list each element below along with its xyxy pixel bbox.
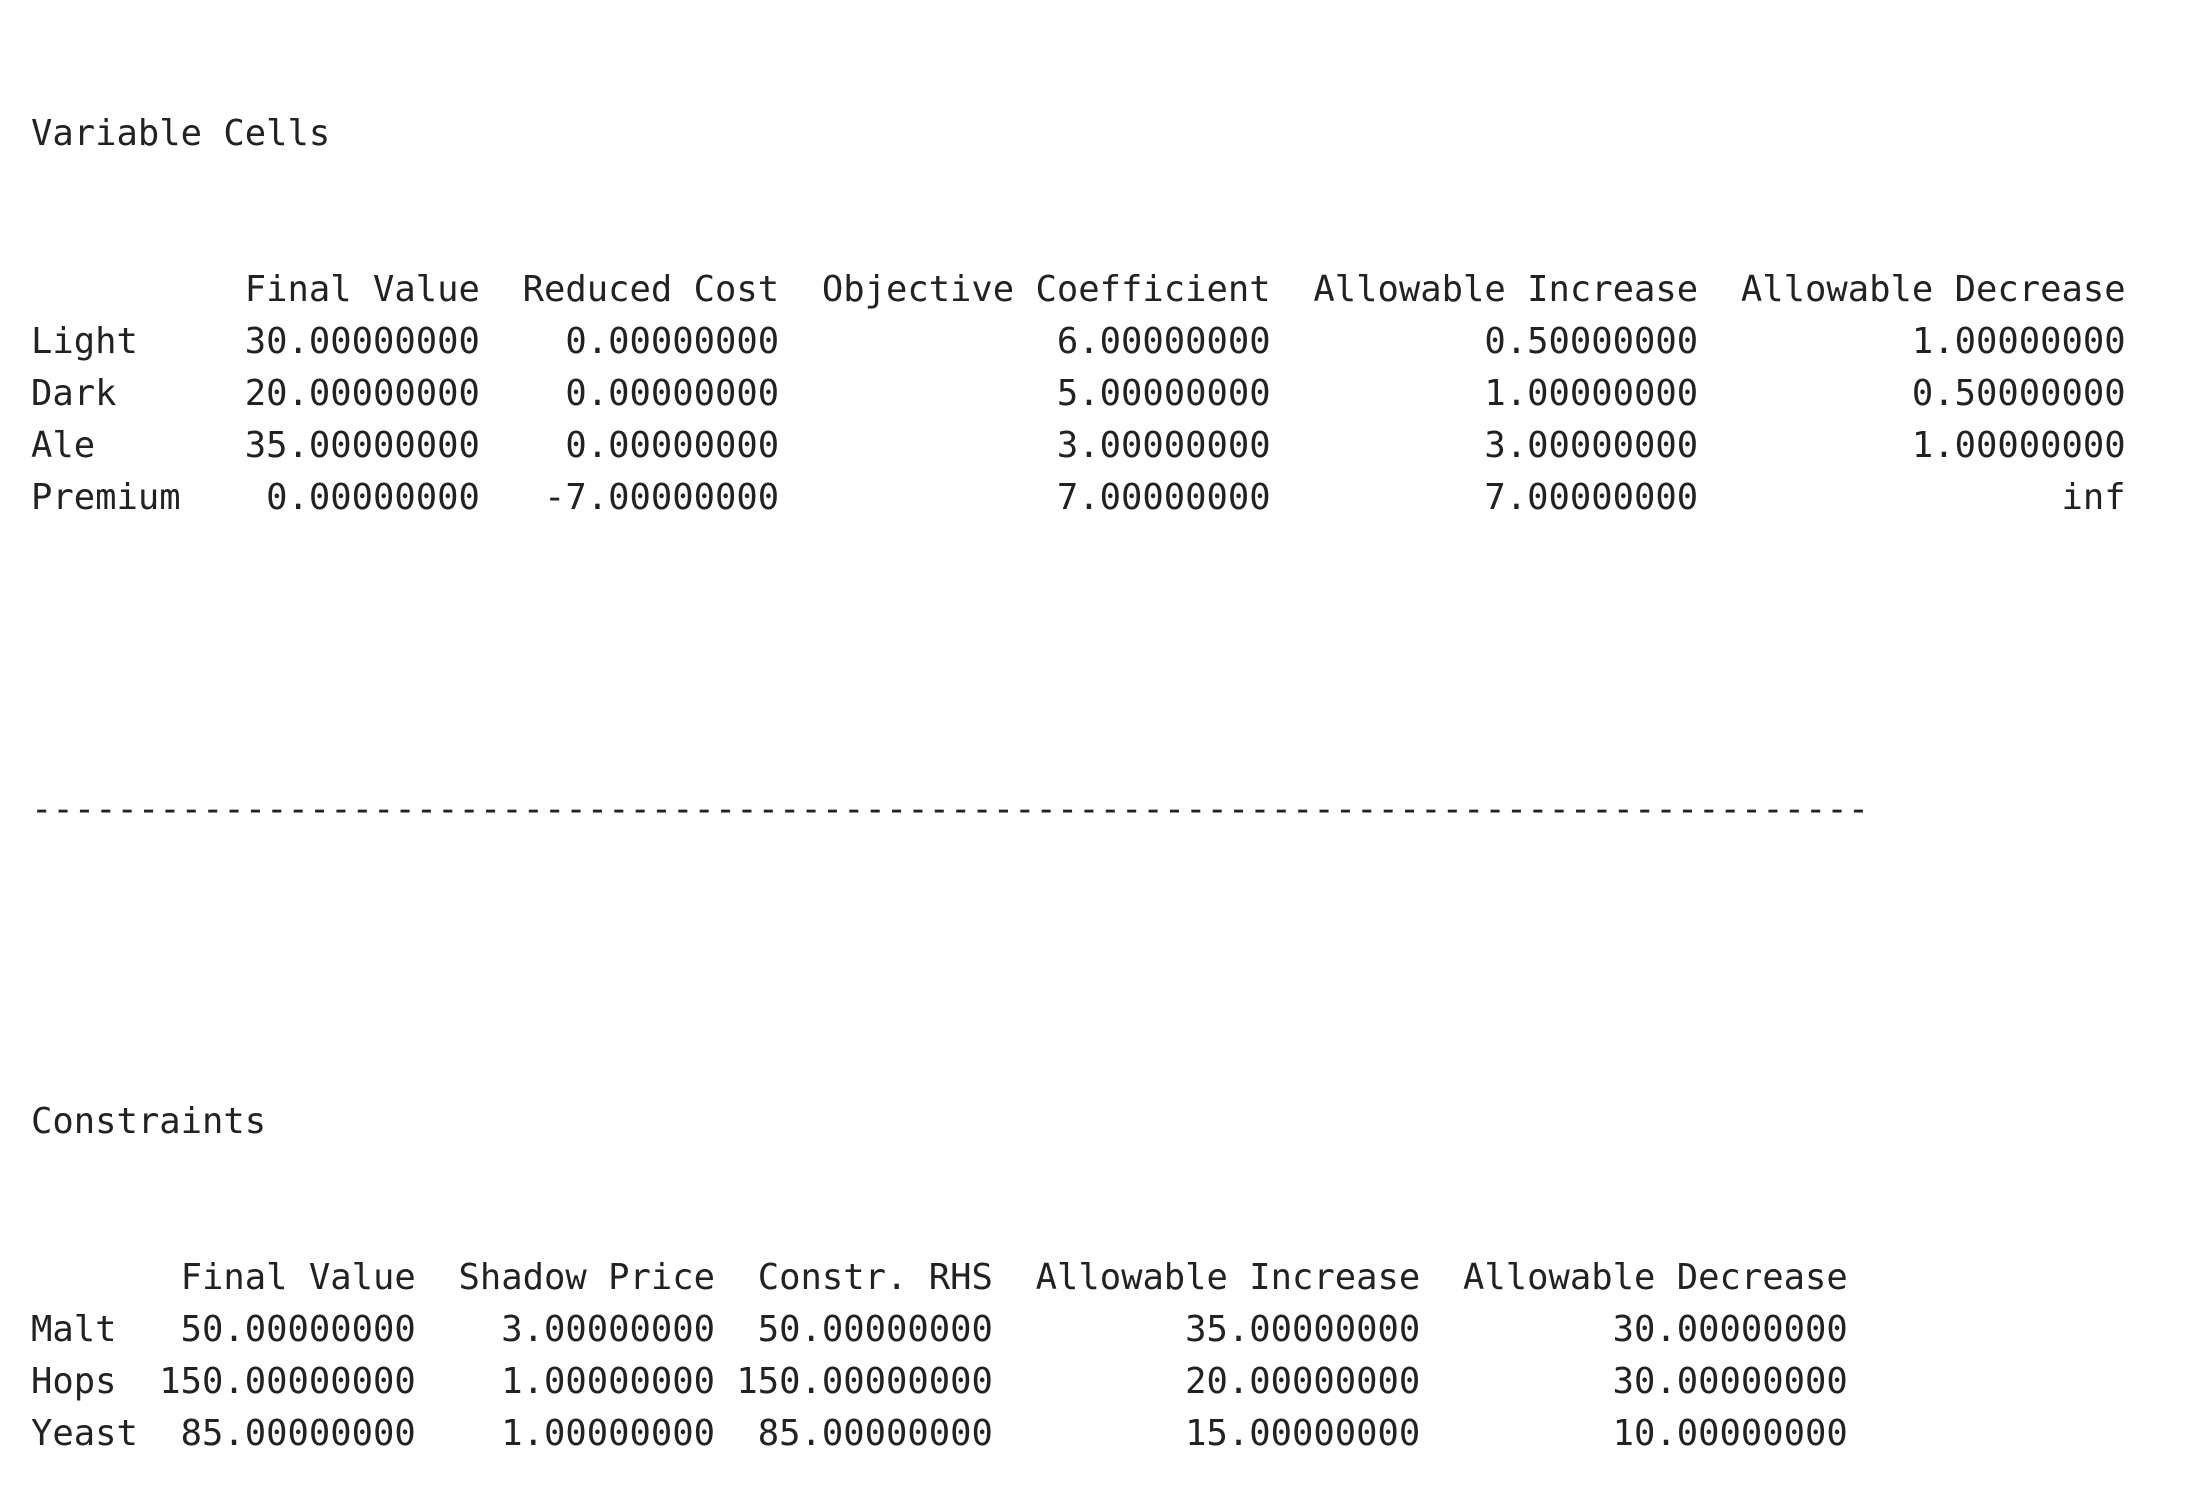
constraints-title: Constraints — [31, 1101, 267, 1142]
variable-cells-cell: 3.00000000 — [779, 425, 1271, 466]
constraints-row: Malt 50.00000000 3.00000000 50.00000000 … — [31, 1304, 2126, 1356]
constraints-row: Yeast 85.00000000 1.00000000 85.00000000… — [31, 1408, 2126, 1460]
constraints-row-label: Malt — [31, 1309, 138, 1350]
variable-cells-row-label: Premium — [31, 477, 224, 518]
variable-cells-cell: 0.50000000 — [1698, 373, 2126, 414]
constraints-cell: 150.00000000 — [714, 1361, 993, 1402]
constraints-row-label: Hops — [31, 1361, 138, 1402]
variable-cells-cell: 0.00000000 — [479, 321, 780, 362]
constraints-cell: 1.00000000 — [415, 1361, 715, 1402]
variable-cells-row-label: Light — [31, 321, 224, 362]
variable-cells-row: Light 30.00000000 0.00000000 6.00000000 … — [31, 316, 2126, 368]
constraints-cell: 150.00000000 — [137, 1361, 416, 1402]
constraints-row-label: Yeast — [31, 1413, 138, 1454]
variable-cells-cell: 35.00000000 — [223, 425, 480, 466]
constraints-cell: 15.00000000 — [992, 1413, 1421, 1454]
constraints-column-header: Constr. RHS — [714, 1257, 993, 1298]
constraints-cell: 3.00000000 — [415, 1309, 715, 1350]
constraints-cell: 30.00000000 — [1420, 1309, 1848, 1350]
solver-sensitivity-report: Variable Cells Final Value Reduced Cost … — [31, 4, 2126, 1512]
variable-cells-cell: 0.00000000 — [223, 477, 480, 518]
variable-cells-column-header: Allowable Decrease — [1698, 269, 2126, 310]
variable-cells-row: Ale 35.00000000 0.00000000 3.00000000 3.… — [31, 420, 2126, 472]
constraints-table: Final Value Shadow Price Constr. RHS All… — [31, 1252, 2126, 1460]
variable-cells-cell: 1.00000000 — [1270, 373, 1699, 414]
variable-cells-row: Dark 20.00000000 0.00000000 5.00000000 1… — [31, 368, 2126, 420]
constraints-cell: 1.00000000 — [415, 1413, 715, 1454]
constraints-header-row: Final Value Shadow Price Constr. RHS All… — [31, 1252, 2126, 1304]
constraints-column-header: Final Value — [137, 1257, 416, 1298]
constraints-cell: 10.00000000 — [1420, 1413, 1848, 1454]
variable-cells-title: Variable Cells — [31, 113, 331, 154]
variable-cells-cell: 0.50000000 — [1270, 321, 1699, 362]
variable-cells-row-label: Dark — [31, 373, 224, 414]
variable-cells-cell: 1.00000000 — [1698, 321, 2126, 362]
variable-cells-row: Premium 0.00000000 -7.00000000 7.0000000… — [31, 472, 2126, 524]
variable-cells-column-header: Objective Coefficient — [779, 269, 1271, 310]
variable-cells-header-row: Final Value Reduced Cost Objective Coeff… — [31, 264, 2126, 316]
variable-cells-column-header: Allowable Increase — [1270, 269, 1699, 310]
variable-cells-column-header: Final Value — [223, 269, 480, 310]
constraints-cell: 50.00000000 — [714, 1309, 993, 1350]
variable-cells-cell: 0.00000000 — [479, 373, 780, 414]
variable-cells-cell: 7.00000000 — [779, 477, 1271, 518]
constraints-column-header: Allowable Decrease — [1420, 1257, 1848, 1298]
variable-cells-cell: 1.00000000 — [1698, 425, 2126, 466]
constraints-cell: 30.00000000 — [1420, 1361, 1848, 1402]
variable-cells-table: Final Value Reduced Cost Objective Coeff… — [31, 264, 2126, 524]
constraints-column-header — [31, 1257, 138, 1298]
variable-cells-cell: 5.00000000 — [779, 373, 1271, 414]
variable-cells-row-label: Ale — [31, 425, 224, 466]
variable-cells-column-header — [31, 269, 223, 310]
constraints-cell: 85.00000000 — [137, 1413, 416, 1454]
variable-cells-cell: 3.00000000 — [1270, 425, 1699, 466]
constraints-column-header: Shadow Price — [415, 1257, 715, 1298]
variable-cells-cell: 6.00000000 — [779, 321, 1271, 362]
constraints-column-header: Allowable Increase — [992, 1257, 1421, 1298]
variable-cells-cell: 20.00000000 — [223, 373, 480, 414]
constraints-cell: 85.00000000 — [714, 1413, 993, 1454]
variable-cells-cell: -7.00000000 — [479, 477, 780, 518]
section-separator: ----------------------------------------… — [31, 789, 1870, 830]
variable-cells-column-header: Reduced Cost — [479, 269, 780, 310]
constraints-cell: 50.00000000 — [137, 1309, 416, 1350]
variable-cells-cell: 0.00000000 — [479, 425, 780, 466]
variable-cells-cell: inf — [1698, 477, 2126, 518]
variable-cells-cell: 30.00000000 — [223, 321, 480, 362]
variable-cells-cell: 7.00000000 — [1270, 477, 1699, 518]
constraints-cell: 35.00000000 — [992, 1309, 1421, 1350]
constraints-cell: 20.00000000 — [992, 1361, 1421, 1402]
constraints-row: Hops 150.00000000 1.00000000 150.0000000… — [31, 1356, 2126, 1408]
